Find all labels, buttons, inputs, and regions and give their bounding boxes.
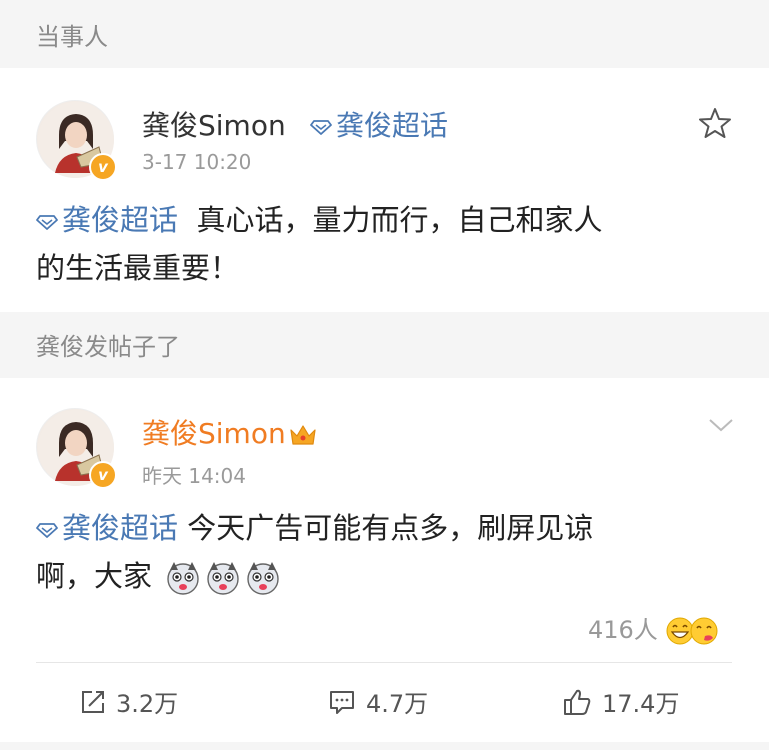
post-time: 昨天 14:04 bbox=[142, 464, 246, 488]
verified-badge-icon: v bbox=[89, 461, 117, 489]
avatar[interactable]: v bbox=[36, 100, 117, 181]
kiss-emoji-icon bbox=[690, 617, 718, 645]
author-name-label: 龚俊Simon bbox=[142, 417, 286, 450]
like-count: 17.4万 bbox=[602, 690, 680, 718]
thumbs-up-icon bbox=[564, 689, 591, 715]
chevron-down-icon[interactable] bbox=[706, 414, 736, 436]
reaction-summary[interactable]: 416人 bbox=[588, 610, 719, 646]
divider bbox=[36, 662, 732, 663]
bottom-separator bbox=[0, 742, 769, 750]
post-text-line1: 真心话，量力而行，自己和家人 bbox=[196, 203, 603, 237]
post-content: 龚俊超话 今天广告可能有点多，刷屏见谅 啊，大家 bbox=[36, 504, 736, 600]
section-header-label: 当事人 bbox=[36, 23, 108, 51]
diamond-icon bbox=[36, 215, 58, 230]
share-icon bbox=[82, 690, 104, 713]
vip-crown-icon bbox=[290, 425, 316, 445]
section-header-label: 龚俊发帖子了 bbox=[36, 333, 180, 361]
section-header-party: 当事人 bbox=[0, 0, 769, 68]
post-card[interactable]: v 龚俊Simon 龚俊超话 3-17 10:20 龚俊超话 真心话，量力而行，… bbox=[0, 68, 769, 312]
author-name[interactable]: 龚俊Simon bbox=[142, 104, 286, 144]
comment-button[interactable]: 4.7万 bbox=[328, 684, 428, 719]
husky-emoji-icon bbox=[207, 562, 239, 595]
topic-link[interactable]: 龚俊超话 bbox=[36, 511, 178, 545]
post-time: 3-17 10:20 bbox=[142, 150, 252, 174]
post-text-line2: 啊，大家 bbox=[36, 559, 153, 593]
section-header-posted: 龚俊发帖子了 bbox=[0, 312, 769, 378]
post-text-line1: 今天广告可能有点多，刷屏见谅 bbox=[187, 511, 594, 545]
topic-label: 龚俊超话 bbox=[62, 203, 179, 237]
super-topic-label: 龚俊超话 bbox=[336, 109, 449, 142]
avatar[interactable]: v bbox=[36, 408, 117, 489]
like-button[interactable]: 17.4万 bbox=[562, 684, 679, 719]
share-count: 3.2万 bbox=[116, 690, 179, 718]
share-button[interactable]: 3.2万 bbox=[80, 684, 178, 719]
comment-count: 4.7万 bbox=[366, 690, 429, 718]
super-topic-link[interactable]: 龚俊超话 bbox=[310, 104, 448, 144]
diamond-icon bbox=[36, 523, 58, 538]
husky-emoji-icon bbox=[167, 562, 199, 595]
reaction-count: 416人 bbox=[588, 616, 658, 644]
topic-label: 龚俊超话 bbox=[62, 511, 179, 545]
author-name[interactable]: 龚俊Simon bbox=[142, 412, 318, 452]
verified-badge-icon: v bbox=[89, 153, 117, 181]
husky-emoji-icon bbox=[247, 562, 279, 595]
diamond-icon bbox=[310, 120, 332, 135]
post-content: 龚俊超话 真心话，量力而行，自己和家人 的生活最重要！ bbox=[36, 196, 736, 292]
topic-link[interactable]: 龚俊超话 bbox=[36, 203, 178, 237]
post-card[interactable]: v 龚俊Simon 昨天 14:04 龚俊超话 今天广告可能有点多，刷屏见谅 啊… bbox=[0, 378, 769, 742]
post-text-line2: 的生活最重要！ bbox=[36, 251, 240, 285]
comment-icon bbox=[330, 690, 354, 714]
star-icon[interactable] bbox=[698, 106, 732, 140]
